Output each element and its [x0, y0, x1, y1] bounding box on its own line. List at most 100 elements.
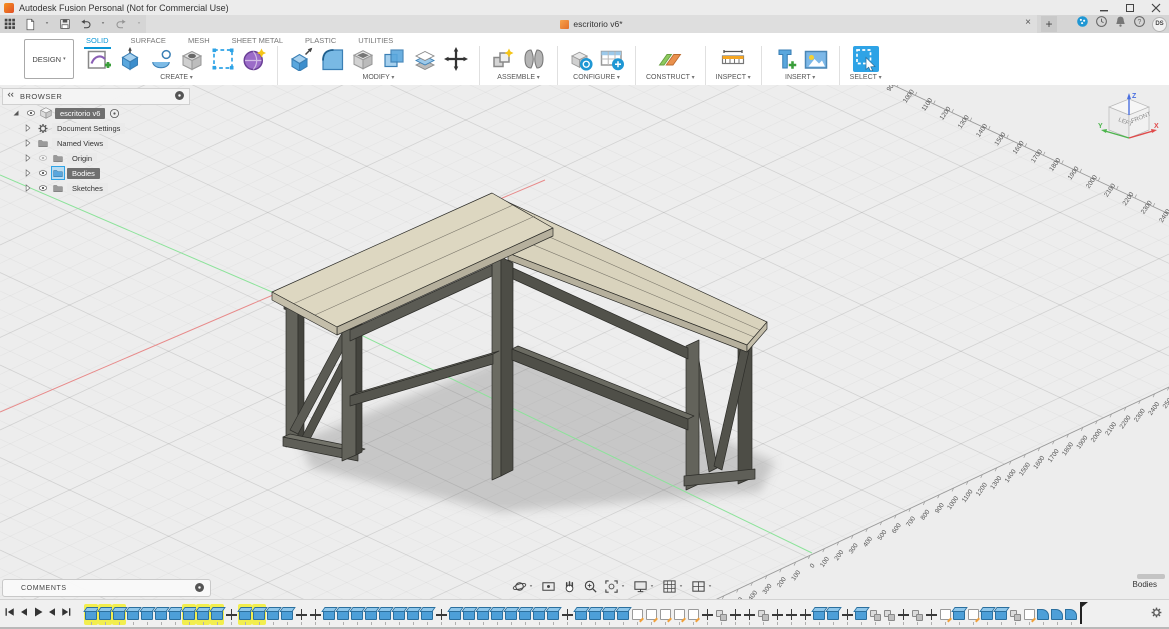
- timeline-feature-extrude[interactable]: [462, 604, 476, 625]
- timeline-feature-extrude[interactable]: [546, 604, 560, 625]
- visibility-icon[interactable]: [37, 167, 49, 179]
- timeline-feature-copy[interactable]: [1008, 604, 1022, 625]
- timeline-feature-move[interactable]: [728, 604, 742, 625]
- timeline-feature-move[interactable]: [308, 604, 322, 625]
- collapse-browser-icon[interactable]: [7, 91, 16, 102]
- ribbon-group-label[interactable]: INSPECT: [716, 74, 751, 81]
- revolve-icon[interactable]: [148, 46, 174, 72]
- workspace-selector[interactable]: DESIGN ▾: [24, 39, 74, 79]
- timeline-feature-sketch[interactable]: [630, 604, 644, 625]
- expand-icon[interactable]: [10, 107, 22, 119]
- new-component-icon[interactable]: [490, 46, 516, 72]
- dropdown-caret-icon[interactable]: [528, 577, 535, 595]
- orbit-icon[interactable]: [512, 577, 535, 595]
- timeline-feature-extrude[interactable]: [168, 604, 182, 625]
- timeline-feature-extrude[interactable]: [826, 604, 840, 625]
- timeline-feature-extrude[interactable]: [364, 604, 378, 625]
- timeline-feature-extrude[interactable]: [98, 604, 112, 625]
- save-icon[interactable]: [55, 15, 75, 33]
- ribbon-group-label[interactable]: SELECT: [850, 74, 882, 81]
- joint-icon[interactable]: [521, 46, 547, 72]
- timeline-feature-extrude[interactable]: [588, 604, 602, 625]
- dropdown-caret-icon[interactable]: [707, 577, 714, 595]
- timeline-feature-extrude[interactable]: [154, 604, 168, 625]
- look-at-icon[interactable]: [541, 579, 556, 594]
- timeline-step-forward-button[interactable]: [46, 605, 58, 619]
- measure-icon[interactable]: [720, 46, 746, 72]
- press-pull-icon[interactable]: [288, 46, 314, 72]
- timeline-feature-sketch[interactable]: [1022, 604, 1036, 625]
- construction-plane-icon[interactable]: [657, 46, 683, 72]
- fit-icon[interactable]: [604, 577, 627, 595]
- browser-item-origin[interactable]: Origin: [22, 151, 190, 165]
- timeline-feature-extrude[interactable]: [420, 604, 434, 625]
- timeline-step-back-button[interactable]: [18, 605, 30, 619]
- account-avatar[interactable]: DS: [1152, 17, 1167, 32]
- timeline-feature-extrude[interactable]: [266, 604, 280, 625]
- configuration-icon[interactable]: [568, 46, 594, 72]
- timeline-feature-move[interactable]: [784, 604, 798, 625]
- timeline-feature-move[interactable]: [896, 604, 910, 625]
- select-tool-icon[interactable]: [853, 46, 879, 72]
- timeline-feature-copy[interactable]: [910, 604, 924, 625]
- timeline-feature-sketch[interactable]: [672, 604, 686, 625]
- document-tab-close[interactable]: ×: [1025, 17, 1031, 28]
- pan-icon[interactable]: [562, 579, 577, 594]
- ribbon-group-label[interactable]: CONFIGURE: [573, 74, 620, 81]
- browser-item-document-settings[interactable]: Document Settings: [22, 121, 190, 135]
- ribbon-group-label[interactable]: CREATE: [160, 74, 193, 81]
- canvas-scrollbar-thumb[interactable]: [1137, 574, 1165, 579]
- dropdown-caret-icon[interactable]: [678, 577, 685, 595]
- ribbon-group-label[interactable]: ASSEMBLE: [497, 74, 539, 81]
- timeline-feature-move[interactable]: [840, 604, 854, 625]
- timeline-feature-move[interactable]: [560, 604, 574, 625]
- timeline-feature-extrude[interactable]: [84, 604, 98, 625]
- timeline-feature-fillet[interactable]: [1064, 604, 1078, 625]
- minimize-button[interactable]: [1091, 0, 1117, 15]
- timeline-feature-extrude[interactable]: [602, 604, 616, 625]
- timeline-feature-extrude[interactable]: [126, 604, 140, 625]
- close-button[interactable]: [1143, 0, 1169, 15]
- new-document-tab-button[interactable]: +: [1041, 16, 1057, 32]
- timeline-feature-sketch[interactable]: [966, 604, 980, 625]
- expand-icon[interactable]: [22, 122, 34, 134]
- offset-face-icon[interactable]: [412, 46, 438, 72]
- timeline-feature-move[interactable]: [224, 604, 238, 625]
- extensions-icon[interactable]: [1076, 15, 1089, 33]
- file-caret-icon[interactable]: [40, 15, 55, 33]
- timeline-feature-extrude[interactable]: [490, 604, 504, 625]
- timeline-feature-move[interactable]: [434, 604, 448, 625]
- timeline-feature-extrude[interactable]: [392, 604, 406, 625]
- hole-icon[interactable]: [179, 46, 205, 72]
- timeline-feature-extrude[interactable]: [574, 604, 588, 625]
- timeline-feature-sketch[interactable]: [658, 604, 672, 625]
- expand-icon[interactable]: [22, 182, 34, 194]
- configuration-table-icon[interactable]: [599, 46, 625, 72]
- document-tab[interactable]: escritorio v6* ×: [146, 15, 1037, 33]
- timeline-feature-extrude[interactable]: [952, 604, 966, 625]
- redo-caret-icon[interactable]: [132, 15, 147, 33]
- timeline-go-to-start-button[interactable]: [4, 605, 16, 619]
- expand-icon[interactable]: [22, 152, 34, 164]
- timeline-feature-move[interactable]: [742, 604, 756, 625]
- timeline-play-button[interactable]: [32, 605, 44, 619]
- visibility-icon[interactable]: [37, 182, 49, 194]
- zoom-icon[interactable]: [583, 579, 598, 594]
- timeline-feature-extrude[interactable]: [238, 604, 252, 625]
- timeline-feature-extrude[interactable]: [448, 604, 462, 625]
- rectangular-pattern-icon[interactable]: [210, 46, 236, 72]
- timeline-feature-move[interactable]: [924, 604, 938, 625]
- ribbon-group-label[interactable]: MODIFY: [363, 74, 395, 81]
- timeline-feature-extrude[interactable]: [322, 604, 336, 625]
- visibility-icon[interactable]: [25, 107, 37, 119]
- ribbon-group-label[interactable]: CONSTRUCT: [646, 74, 695, 81]
- create-sketch-icon[interactable]: [86, 46, 112, 72]
- shell-icon[interactable]: [350, 46, 376, 72]
- fillet-icon[interactable]: [319, 46, 345, 72]
- timeline-feature-move[interactable]: [700, 604, 714, 625]
- ground-icon[interactable]: [108, 107, 120, 119]
- view-cube[interactable]: LEFT FRONT Z Y X: [1097, 90, 1161, 156]
- timeline-feature-copy[interactable]: [882, 604, 896, 625]
- timeline-feature-extrude[interactable]: [336, 604, 350, 625]
- timeline-settings-icon[interactable]: [1150, 606, 1163, 624]
